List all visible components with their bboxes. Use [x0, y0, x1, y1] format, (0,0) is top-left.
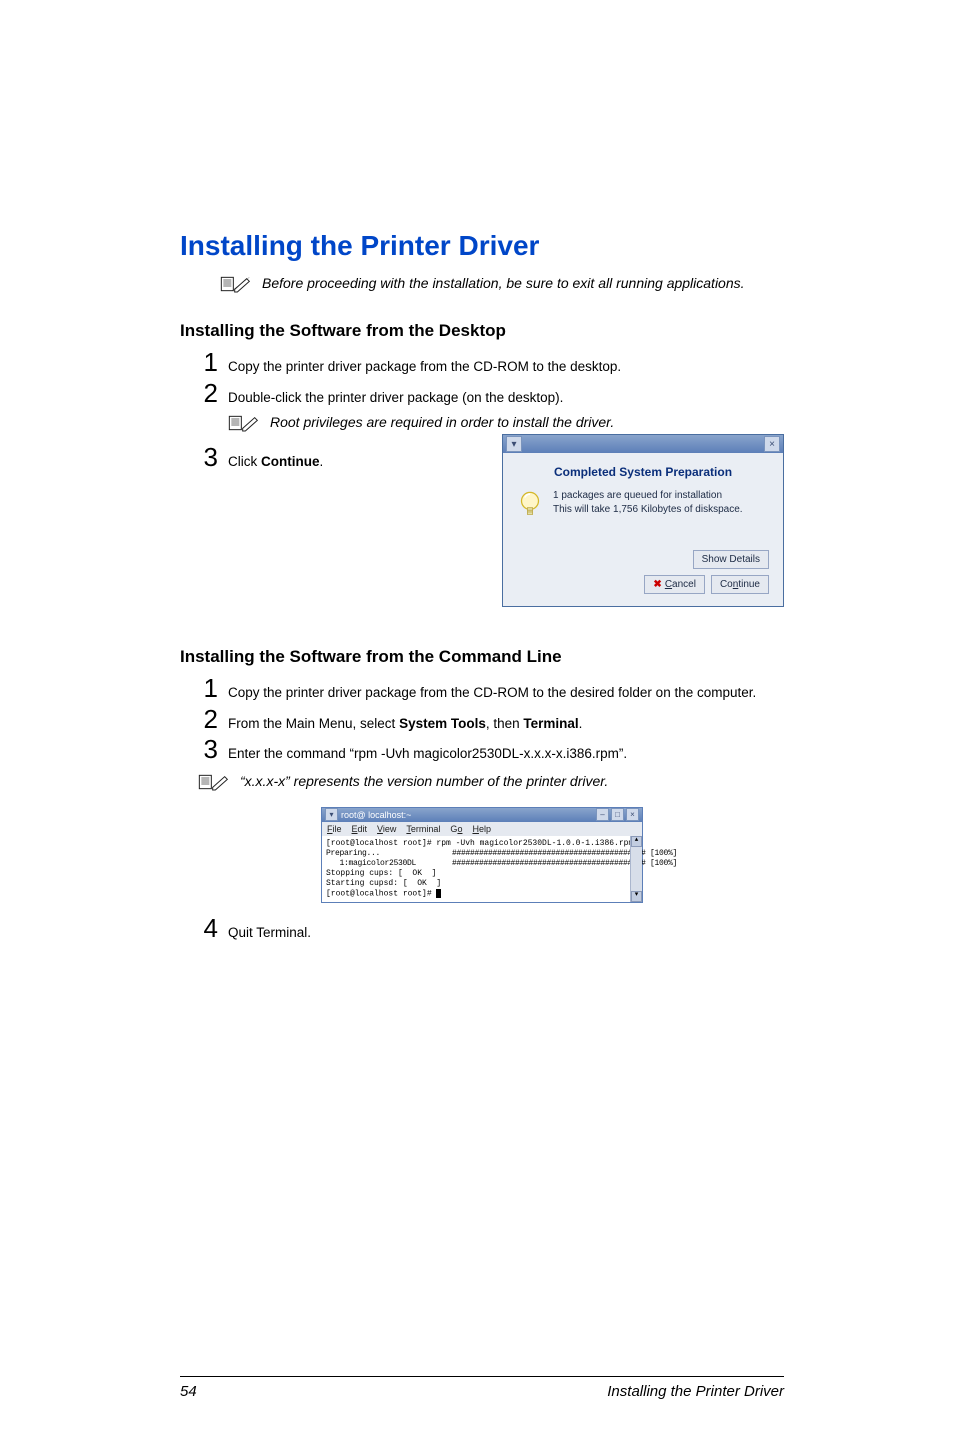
step-a-1: Copy the printer driver package from the…	[228, 357, 784, 377]
step-number: 2	[198, 380, 218, 406]
terminal-body[interactable]: [root@localhost root]# rpm -Uvh magicolo…	[322, 836, 642, 903]
section-a-heading: Installing the Software from the Desktop	[180, 321, 784, 341]
note-icon	[198, 772, 230, 797]
menu-go[interactable]: Go	[450, 824, 462, 834]
step-number: 1	[198, 349, 218, 375]
step-number: 1	[198, 675, 218, 701]
system-prep-dialog: ▾ × Completed System Preparation	[502, 434, 784, 607]
cursor-icon	[436, 889, 441, 898]
page-footer: 54 Installing the Printer Driver	[0, 1376, 954, 1400]
step-number: 3	[198, 444, 218, 470]
close-icon[interactable]: ×	[626, 808, 639, 821]
dialog-line-2: This will take 1,756 Kilobytes of disksp…	[553, 503, 743, 517]
step-b-4: Quit Terminal.	[228, 923, 784, 943]
terminal-scrollbar[interactable]: ▴ ▾	[630, 836, 642, 903]
terminal-line: Starting cupsd: [ OK ]	[326, 879, 638, 889]
close-icon[interactable]: ×	[764, 436, 780, 452]
terminal-line: 1:magicolor2530DL ######################…	[326, 859, 638, 869]
maximize-icon[interactable]: □	[611, 808, 624, 821]
menu-terminal[interactable]: Terminal	[406, 824, 440, 834]
menu-help[interactable]: Help	[472, 824, 491, 834]
dialog-heading: Completed System Preparation	[517, 465, 769, 479]
terminal-line: [root@localhost root]# rpm -Uvh magicolo…	[326, 839, 638, 849]
section-b-heading: Installing the Software from the Command…	[180, 647, 784, 667]
menu-file[interactable]: File	[327, 824, 342, 834]
lightbulb-icon	[517, 489, 543, 526]
step-b-3: Enter the command “rpm -Uvh magicolor253…	[228, 744, 784, 764]
cancel-button[interactable]: ✖Cancel	[644, 575, 705, 594]
minimize-icon[interactable]: –	[596, 808, 609, 821]
footer-label: Installing the Printer Driver	[607, 1383, 784, 1400]
note-icon	[220, 274, 252, 299]
root-priv-text: Root privileges are required in order to…	[270, 413, 614, 433]
terminal-line: Preparing... ###########################…	[326, 849, 638, 859]
note-before-text: Before proceeding with the installation,…	[262, 274, 784, 294]
scroll-down-icon[interactable]: ▾	[631, 891, 642, 902]
step-number: 4	[198, 915, 218, 941]
note-icon	[228, 413, 260, 438]
continue-button[interactable]: Continue	[711, 575, 769, 594]
step-number: 2	[198, 706, 218, 732]
dialog-menu-icon[interactable]: ▾	[506, 436, 522, 452]
show-details-button[interactable]: Show Details	[693, 550, 769, 569]
page-heading: Installing the Printer Driver	[180, 230, 784, 262]
note-before-install: Before proceeding with the installation,…	[220, 274, 784, 299]
step-number: 3	[198, 736, 218, 762]
step-a-2: Double-click the printer driver package …	[228, 388, 784, 408]
menu-view[interactable]: View	[377, 824, 396, 834]
terminal-window: ▾ root@ localhost:~ – □ × File Edit View…	[321, 807, 643, 904]
terminal-line: Stopping cups: [ OK ]	[326, 869, 638, 879]
step-b-2: From the Main Menu, select System Tools,…	[228, 714, 784, 734]
version-note: “x.x.x-x” represents the version number …	[198, 772, 784, 797]
version-note-text: “x.x.x-x” represents the version number …	[240, 772, 608, 792]
dialog-line-1: 1 packages are queued for installation	[553, 489, 743, 503]
terminal-title: root@ localhost:~	[341, 810, 411, 820]
terminal-menu-icon[interactable]: ▾	[325, 808, 338, 821]
step-b-1: Copy the printer driver package from the…	[228, 683, 784, 703]
step-a-3: Click Continue.	[228, 452, 484, 472]
terminal-menubar[interactable]: File Edit View Terminal Go Help	[322, 822, 642, 836]
menu-edit[interactable]: Edit	[352, 824, 368, 834]
scroll-up-icon[interactable]: ▴	[631, 836, 642, 847]
terminal-line: [root@localhost root]#	[326, 889, 638, 900]
page-number: 54	[180, 1383, 197, 1400]
